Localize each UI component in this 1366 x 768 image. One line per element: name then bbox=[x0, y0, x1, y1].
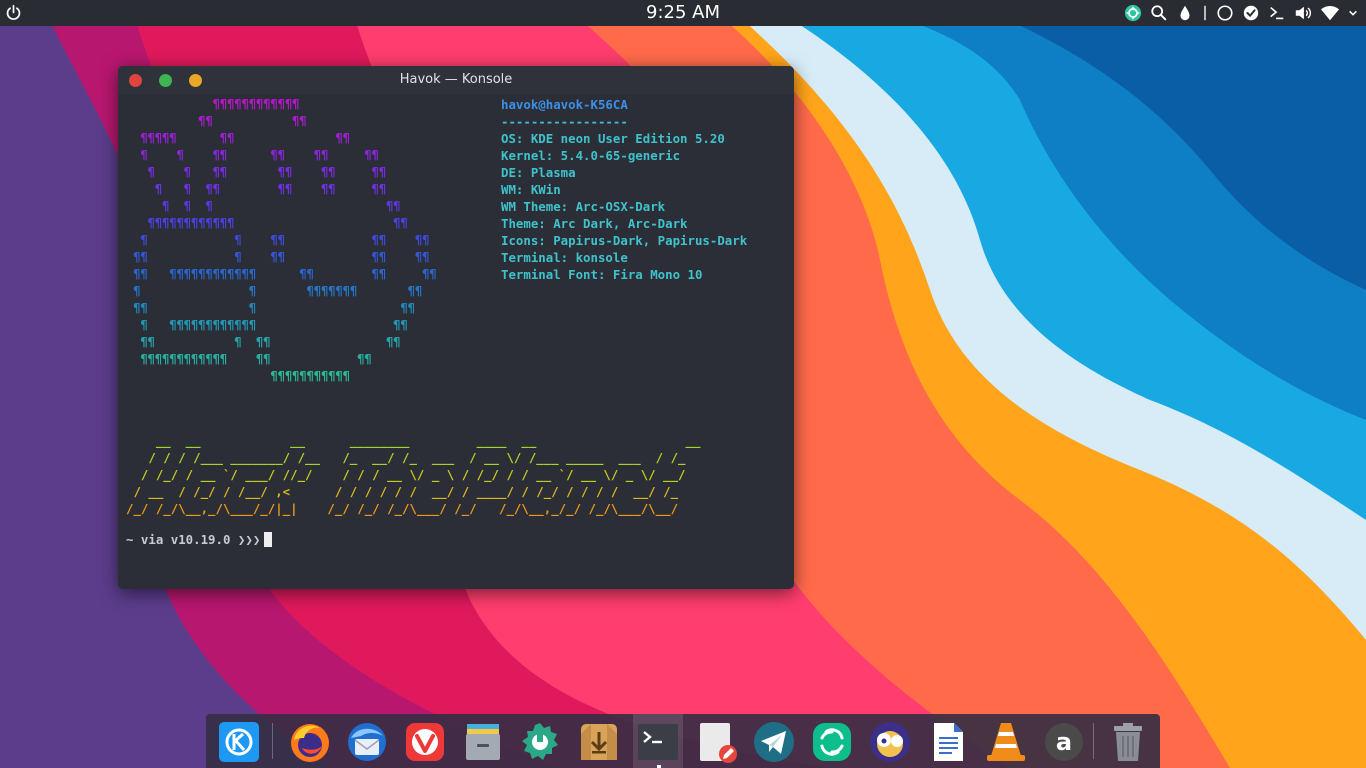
figlet-banner-line: / /_/ / __ `/ ___/ //_/ / / / __ \/ _ \ … bbox=[126, 467, 686, 482]
dock-item-neochat[interactable] bbox=[868, 720, 912, 764]
dock-item-trash[interactable] bbox=[1106, 720, 1150, 764]
neofetch-info-line: OS: KDE neon User Edition 5.20 bbox=[501, 131, 725, 146]
file-manager-icon bbox=[466, 724, 500, 760]
ascii-logo-line: ¶¶ ¶¶¶¶¶¶¶¶¶¶¶¶ ¶¶ ¶¶ ¶¶ bbox=[126, 267, 437, 281]
neofetch-info-line: Kernel: 5.4.0-65-generic bbox=[501, 148, 681, 163]
vivaldi-icon bbox=[406, 723, 444, 761]
ascii-logo-line: ¶¶¶¶¶¶¶¶¶¶¶¶ bbox=[126, 97, 300, 111]
text-cursor bbox=[264, 532, 273, 547]
wifi-icon[interactable] bbox=[1320, 4, 1340, 22]
dock: a bbox=[206, 714, 1160, 768]
amazon-icon: a bbox=[1045, 723, 1083, 761]
text-editor-icon bbox=[700, 723, 737, 763]
document-icon bbox=[934, 723, 963, 761]
ascii-logo-line: ¶¶¶¶¶¶¶¶¶¶¶ bbox=[126, 369, 350, 383]
dock-item-files[interactable] bbox=[461, 720, 505, 764]
dock-item-thunderbird[interactable] bbox=[345, 720, 389, 764]
neofetch-info-line: Terminal Font: Fira Mono 10 bbox=[501, 267, 703, 282]
window-titlebar[interactable]: Havok — Konsole bbox=[118, 66, 794, 94]
neofetch-info-line: Icons: Papirus-Dark, Papirus-Dark bbox=[501, 233, 748, 248]
clock[interactable]: 9:25 AM bbox=[646, 2, 720, 23]
prompt-text: ~ via v10.19.0 ❯❯❯ bbox=[126, 532, 261, 547]
figlet-banner-line: __ __ __ ________ ____ __ __ bbox=[126, 433, 701, 448]
volume-icon[interactable] bbox=[1294, 4, 1312, 22]
package-installer-icon bbox=[581, 724, 617, 760]
power-icon[interactable] bbox=[5, 4, 22, 21]
ascii-logo-line: ¶¶¶¶¶¶¶¶¶¶¶¶ ¶¶ ¶¶ bbox=[126, 352, 372, 366]
dock-item-kde-menu[interactable] bbox=[217, 720, 261, 764]
thunderbird-icon bbox=[348, 723, 386, 761]
dock-item-element[interactable] bbox=[810, 720, 854, 764]
ascii-logo-line: ¶¶ ¶ ¶¶ ¶¶ bbox=[126, 335, 401, 349]
ascii-logo-line: ¶¶ ¶¶ bbox=[126, 114, 307, 128]
ascii-logo-line: ¶¶ ¶ ¶¶ bbox=[126, 301, 415, 315]
window-title: Havok — Konsole bbox=[399, 72, 513, 87]
system-settings-icon bbox=[522, 723, 558, 760]
search-icon[interactable] bbox=[1150, 4, 1168, 22]
neofetch-info-line: DE: Plasma bbox=[501, 165, 576, 180]
vlc-icon bbox=[987, 723, 1025, 761]
top-panel: 9:25 AM bbox=[0, 0, 1366, 26]
neofetch-info-line: WM Theme: Arc-OSX-Dark bbox=[501, 199, 666, 214]
neofetch-info-line: WM: KWin bbox=[501, 182, 561, 197]
neofetch-header: havok@havok-K56CA bbox=[501, 97, 628, 112]
firefox-icon bbox=[291, 724, 329, 762]
vpn-icon[interactable] bbox=[1124, 4, 1142, 22]
telegram-icon bbox=[754, 722, 794, 762]
chat-client-icon bbox=[870, 722, 910, 762]
ascii-logo-line: ¶ ¶ ¶ ¶¶ bbox=[126, 199, 401, 213]
ascii-logo-line: ¶ ¶ ¶¶ ¶¶ ¶¶ bbox=[126, 233, 430, 247]
divider-icon bbox=[1204, 5, 1206, 21]
ascii-logo-line: ¶¶ ¶ ¶¶ ¶¶ ¶¶ bbox=[126, 250, 430, 264]
element-icon bbox=[813, 723, 851, 761]
dock-separator bbox=[1093, 723, 1094, 759]
circle-icon[interactable] bbox=[1216, 4, 1234, 22]
dock-separator bbox=[272, 723, 273, 759]
terminal-icon bbox=[638, 724, 678, 760]
checkmark-icon[interactable] bbox=[1242, 4, 1260, 22]
terminal-area[interactable]: ¶¶¶¶¶¶¶¶¶¶¶¶ ¶¶ ¶¶ ¶¶¶¶¶ ¶¶ ¶¶ ¶ ¶ ¶¶ ¶¶… bbox=[118, 94, 794, 587]
konsole-window[interactable]: Havok — Konsole ¶¶¶¶¶¶¶¶¶¶¶¶ ¶¶ ¶¶ ¶¶¶¶¶… bbox=[118, 66, 794, 589]
ascii-logo-line: ¶¶¶¶¶ ¶¶ ¶¶ bbox=[126, 131, 350, 145]
dock-item-telegram[interactable] bbox=[752, 720, 796, 764]
neofetch-separator: ----------------- bbox=[501, 114, 628, 129]
dock-item-settings[interactable] bbox=[518, 720, 562, 764]
ascii-logo-line: ¶ ¶ ¶¶ ¶¶ ¶¶ ¶¶ bbox=[126, 165, 387, 179]
ascii-logo-line: ¶¶¶¶¶¶¶¶¶¶¶¶ ¶¶ bbox=[126, 216, 408, 230]
dock-item-vivaldi[interactable] bbox=[403, 720, 447, 764]
dock-item-firefox[interactable] bbox=[288, 720, 332, 764]
ascii-logo-line: ¶ ¶ ¶¶ ¶¶ ¶¶ ¶¶ bbox=[126, 182, 387, 196]
dock-item-konsole[interactable] bbox=[636, 720, 680, 764]
dock-item-amazon[interactable]: a bbox=[1042, 720, 1086, 764]
ascii-logo-line: ¶ ¶ ¶¶¶¶¶¶¶ ¶¶ bbox=[126, 284, 423, 298]
trash-icon bbox=[1114, 723, 1142, 761]
shell-prompt[interactable]: ~ via v10.19.0 ❯❯❯ bbox=[126, 531, 273, 548]
dock-item-installer[interactable] bbox=[577, 720, 621, 764]
chevron-down-icon[interactable] bbox=[1348, 4, 1358, 22]
figlet-banner-line: / / / /___ _______/ /__ /_ __/ /_ ___ / … bbox=[126, 450, 686, 465]
figlet-banner-line: / __ / /_/ / /__/ ,< / / / / / / __/ / _… bbox=[126, 484, 679, 499]
ascii-logo-line: ¶ ¶¶¶¶¶¶¶¶¶¶¶¶ ¶¶ bbox=[126, 318, 408, 332]
ascii-logo-line: ¶ ¶ ¶¶ ¶¶ ¶¶ ¶¶ bbox=[126, 148, 379, 162]
dock-item-vlc[interactable] bbox=[984, 720, 1028, 764]
system-tray bbox=[1124, 3, 1358, 23]
figlet-banner-line: /_/ /_/\__,_/\___/_/|_| /_/ /_/ /_/\___/… bbox=[126, 501, 679, 516]
color-picker-icon[interactable] bbox=[1176, 4, 1194, 22]
terminal-prompt-icon[interactable] bbox=[1268, 4, 1286, 22]
neofetch-info-line: Theme: Arc Dark, Arc-Dark bbox=[501, 216, 688, 231]
svg-text:a: a bbox=[1056, 728, 1072, 756]
neofetch-info-line: Terminal: konsole bbox=[501, 250, 628, 265]
dock-item-writer[interactable] bbox=[926, 720, 970, 764]
kde-logo-icon bbox=[219, 722, 259, 762]
dock-item-text-editor[interactable] bbox=[694, 720, 738, 764]
